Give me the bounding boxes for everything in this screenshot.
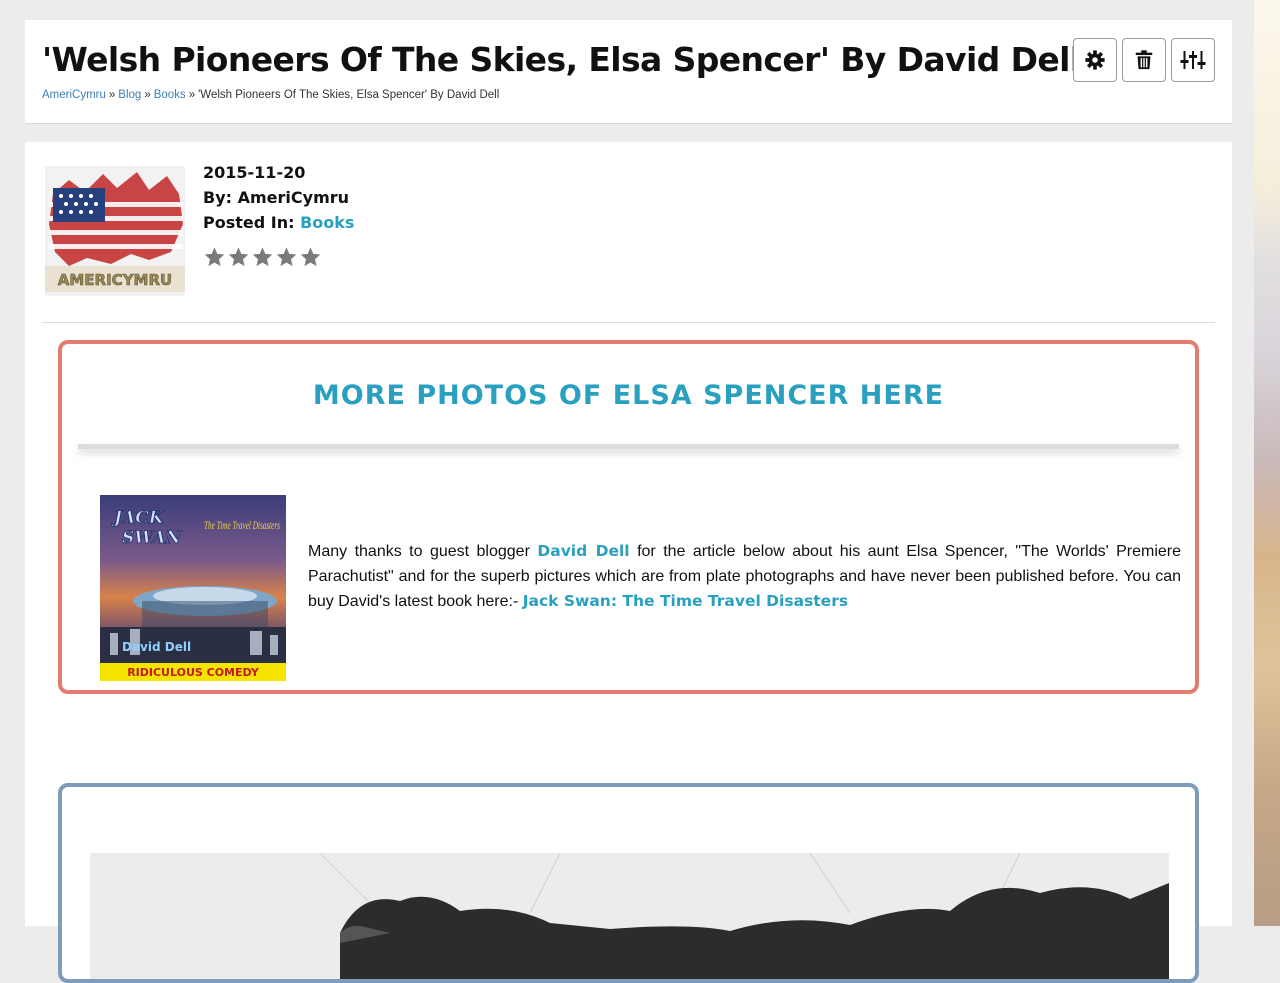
cover-author: David Dell	[122, 640, 191, 654]
promo-box: MORE PHOTOS OF ELSA SPENCER HERE JACK SW…	[58, 340, 1199, 694]
gear-icon	[1085, 50, 1105, 70]
post-toolbar	[1073, 38, 1215, 82]
cover-subtitle: The Time Travel Disasters	[204, 518, 280, 532]
promo-paragraph: Many thanks to guest blogger David Dell …	[308, 539, 1181, 614]
breadcrumb-separator: »	[108, 89, 116, 101]
breadcrumb-separator: »	[188, 89, 196, 101]
breadcrumb-current: 'Welsh Pioneers Of The Skies, Elsa Spenc…	[198, 89, 500, 101]
post-meta: 2015-11-20 By: AmeriCymru Posted In: Boo…	[203, 160, 354, 235]
breadcrumb-separator: »	[144, 89, 151, 101]
promo-divider	[78, 444, 1179, 449]
star-icon[interactable]	[227, 246, 250, 268]
book-cover-art: JACK SWAN The Time Travel Disasters Davi…	[100, 495, 286, 681]
americymru-logo: AMERICYMRU	[45, 172, 185, 292]
book-link[interactable]: Jack Swan: The Time Travel Disasters	[523, 592, 848, 610]
breadcrumb-link-books[interactable]: Books	[154, 89, 186, 101]
delete-button[interactable]	[1122, 38, 1166, 82]
more-photos-link[interactable]: MORE PHOTOS OF ELSA SPENCER HERE	[62, 380, 1195, 411]
star-rating[interactable]	[203, 246, 322, 268]
photo-box	[58, 783, 1199, 983]
sliders-icon	[1180, 51, 1206, 69]
photo-art	[90, 852, 1169, 979]
settings-button[interactable]	[1073, 38, 1117, 82]
post-date: 2015-11-20	[203, 163, 306, 182]
promo-text-intro: Many thanks to guest blogger	[308, 543, 530, 560]
page-title: 'Welsh Pioneers Of The Skies, Elsa Spenc…	[42, 40, 1081, 79]
cover-title-line2: SWAN	[122, 528, 182, 548]
by-label: By:	[203, 188, 233, 207]
meta-divider	[42, 322, 1215, 323]
adjust-button[interactable]	[1171, 38, 1215, 82]
star-icon[interactable]	[299, 246, 322, 268]
post-author: AmeriCymru	[237, 188, 350, 207]
post-category-line: Posted In: Books	[203, 210, 354, 235]
avatar-text: AMERICYMRU	[58, 271, 172, 289]
trash-icon	[1135, 50, 1153, 70]
page-header: 'Welsh Pioneers Of The Skies, Elsa Spenc…	[25, 20, 1232, 124]
historic-photo[interactable]	[90, 852, 1169, 979]
post-author-line: By: AmeriCymru	[203, 185, 354, 210]
post-card: AMERICYMRU 2015-11-20 By: AmeriCymru Pos…	[25, 142, 1232, 983]
author-link[interactable]: David Dell	[537, 542, 629, 560]
star-icon[interactable]	[275, 246, 298, 268]
breadcrumb: AmeriCymru» Blog» Books» 'Welsh Pioneers Of…	[42, 89, 499, 101]
star-icon[interactable]	[251, 246, 274, 268]
cover-banner: RIDICULOUS COMEDY	[127, 666, 260, 679]
breadcrumb-link-home[interactable]: AmeriCymru	[42, 89, 106, 101]
posted-in-label: Posted In:	[203, 213, 295, 232]
author-avatar[interactable]: AMERICYMRU	[45, 166, 185, 296]
star-icon[interactable]	[203, 246, 226, 268]
book-cover-image[interactable]: JACK SWAN The Time Travel Disasters Davi…	[100, 495, 286, 681]
cover-title-line1: JACK	[111, 508, 165, 528]
background-image-edge	[1254, 0, 1280, 926]
breadcrumb-link-blog[interactable]: Blog	[118, 89, 141, 101]
category-link[interactable]: Books	[300, 213, 354, 232]
